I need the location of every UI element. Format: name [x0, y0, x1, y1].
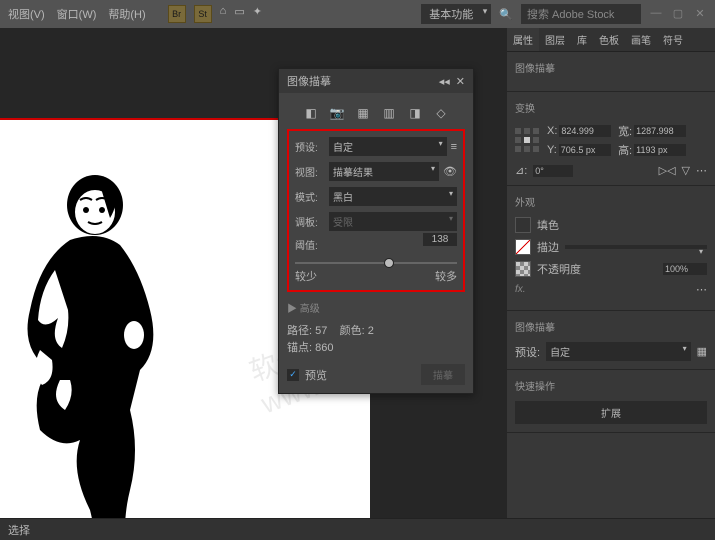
- palette-select: 受限: [329, 212, 457, 231]
- bw-icon[interactable]: ◨: [407, 105, 423, 121]
- quick-actions-title: 快速操作: [515, 378, 707, 393]
- highlighted-options: 预设: 自定 ≡ 视图: 描摹结果 👁 模式: 黑白 调板: 受限 阈值: 138 较少 较多: [287, 129, 465, 292]
- trace-section-title: 图像描摹: [515, 319, 707, 334]
- arrange-icon[interactable]: ▭: [234, 5, 244, 23]
- app-switcher: Br St ⌂ ▭ ✦: [168, 5, 262, 23]
- panel-tabs: 属性 图层 库 色板 画笔 符号: [507, 28, 715, 52]
- panel-collapse-icon[interactable]: ◂◂: [439, 75, 450, 88]
- preset-label: 预设:: [295, 139, 325, 154]
- bridge-icon[interactable]: Br: [168, 5, 186, 23]
- close-icon[interactable]: ✕: [693, 7, 707, 21]
- view-select[interactable]: 描摹结果: [329, 162, 439, 181]
- reference-point[interactable]: [515, 128, 541, 154]
- panel-title: 图像描摹: [287, 73, 331, 89]
- mode-select[interactable]: 黑白: [329, 187, 457, 206]
- minimize-icon[interactable]: —: [649, 7, 663, 21]
- stroke-weight[interactable]: [565, 245, 707, 249]
- trace-button: 描摹: [421, 364, 465, 385]
- workspace-dropdown[interactable]: 基本功能: [421, 4, 491, 24]
- preset-select[interactable]: 自定: [329, 137, 447, 156]
- less-label: 较少: [295, 268, 317, 284]
- fx-label[interactable]: fx.: [515, 284, 526, 295]
- image-trace-panel: 图像描摹 ◂◂ ✕ ◧ 📷 ▦ ▥ ◨ ◇ 预设: 自定 ≡ 视图: 描摹结果 👁 模式:…: [278, 68, 474, 394]
- advanced-toggle[interactable]: ▶ 高级: [287, 300, 465, 315]
- preview-checkbox[interactable]: ✓: [287, 369, 299, 381]
- tab-libraries[interactable]: 库: [571, 28, 593, 51]
- transform-title: 变换: [515, 100, 707, 115]
- menubar: 视图(V) 窗口(W) 帮助(H) Br St ⌂ ▭ ✦ 基本功能 🔍 搜索 …: [0, 0, 715, 28]
- menu-icon[interactable]: ≡: [451, 141, 457, 153]
- palette-label: 调板:: [295, 214, 325, 229]
- stock-icon[interactable]: St: [194, 5, 212, 23]
- menu-view[interactable]: 视图(V): [8, 6, 45, 22]
- view-label: 视图:: [295, 164, 325, 179]
- outline-icon[interactable]: ◇: [433, 105, 449, 121]
- stroke-swatch[interactable]: [515, 239, 531, 255]
- search-input[interactable]: 搜索 Adobe Stock: [521, 4, 641, 24]
- auto-icon[interactable]: ◧: [303, 105, 319, 121]
- panel-close-icon[interactable]: ✕: [456, 75, 465, 88]
- gpu-icon[interactable]: ✦: [253, 5, 262, 23]
- slider-track[interactable]: [295, 262, 457, 264]
- preset-select-2[interactable]: 自定: [546, 342, 691, 361]
- x-input[interactable]: [559, 125, 611, 137]
- status-bar: 选择: [0, 518, 715, 540]
- canvas[interactable]: 软件自学网www.rjzxw.com 图像描摹 ◂◂✕ ◧ 📷 ▦ ▥ ◨ ◇ …: [0, 28, 507, 518]
- tab-layers[interactable]: 图层: [539, 28, 571, 51]
- preview-label: 预览: [305, 367, 327, 383]
- menu-window[interactable]: 窗口(W): [57, 6, 97, 22]
- opacity-input[interactable]: 100%: [663, 263, 707, 275]
- more-icon[interactable]: ⋯: [696, 164, 707, 177]
- w-input[interactable]: [634, 125, 686, 137]
- gray-icon[interactable]: ▥: [381, 105, 397, 121]
- threshold-slider: 阈值:138 较少较多: [295, 237, 457, 284]
- eye-icon[interactable]: 👁: [443, 165, 457, 178]
- home-icon[interactable]: ⌂: [220, 5, 227, 23]
- expand-button[interactable]: 扩展: [515, 401, 707, 424]
- object-type: 图像描摹: [515, 60, 707, 75]
- traced-image: [0, 170, 200, 518]
- slider-thumb[interactable]: [384, 258, 394, 268]
- more-label: 较多: [435, 268, 457, 284]
- lowcolor-icon[interactable]: ▦: [355, 105, 371, 121]
- more-icon[interactable]: ⋯: [696, 283, 707, 296]
- main-area: 软件自学网www.rjzxw.com 图像描摹 ◂◂✕ ◧ 📷 ▦ ▥ ◨ ◇ …: [0, 28, 715, 518]
- photo-icon[interactable]: 📷: [329, 105, 345, 121]
- tab-swatches[interactable]: 色板: [593, 28, 625, 51]
- maximize-icon[interactable]: ▢: [671, 7, 685, 21]
- trace-preset-icons: ◧ 📷 ▦ ▥ ◨ ◇: [287, 101, 465, 129]
- y-input[interactable]: [559, 144, 611, 156]
- flip-v-icon[interactable]: ▽: [682, 164, 690, 177]
- opacity-swatch[interactable]: [515, 261, 531, 277]
- tab-symbols[interactable]: 符号: [657, 28, 689, 51]
- flip-h-icon[interactable]: ▷◁: [659, 164, 676, 177]
- threshold-label: 阈值:: [295, 237, 325, 252]
- h-input[interactable]: [634, 144, 686, 156]
- trace-stats: 路径: 57 颜色: 2 锚点: 860: [287, 323, 465, 356]
- tab-brushes[interactable]: 画笔: [625, 28, 657, 51]
- fill-swatch[interactable]: [515, 217, 531, 233]
- search-icon[interactable]: 🔍: [499, 8, 513, 21]
- panel-titlebar[interactable]: 图像描摹 ◂◂ ✕: [279, 69, 473, 93]
- threshold-value[interactable]: 138: [423, 233, 457, 246]
- right-panel-group: 属性 图层 库 色板 画笔 符号 图像描摹 变换 X: 宽: Y: 高: ⊿:0…: [507, 28, 715, 518]
- mode-label: 模式:: [295, 189, 325, 204]
- menu-help[interactable]: 帮助(H): [108, 6, 145, 22]
- tab-properties[interactable]: 属性: [507, 28, 539, 51]
- angle-input[interactable]: 0°: [533, 165, 573, 177]
- trace-panel-icon[interactable]: ▦: [697, 345, 707, 358]
- appearance-title: 外观: [515, 194, 707, 209]
